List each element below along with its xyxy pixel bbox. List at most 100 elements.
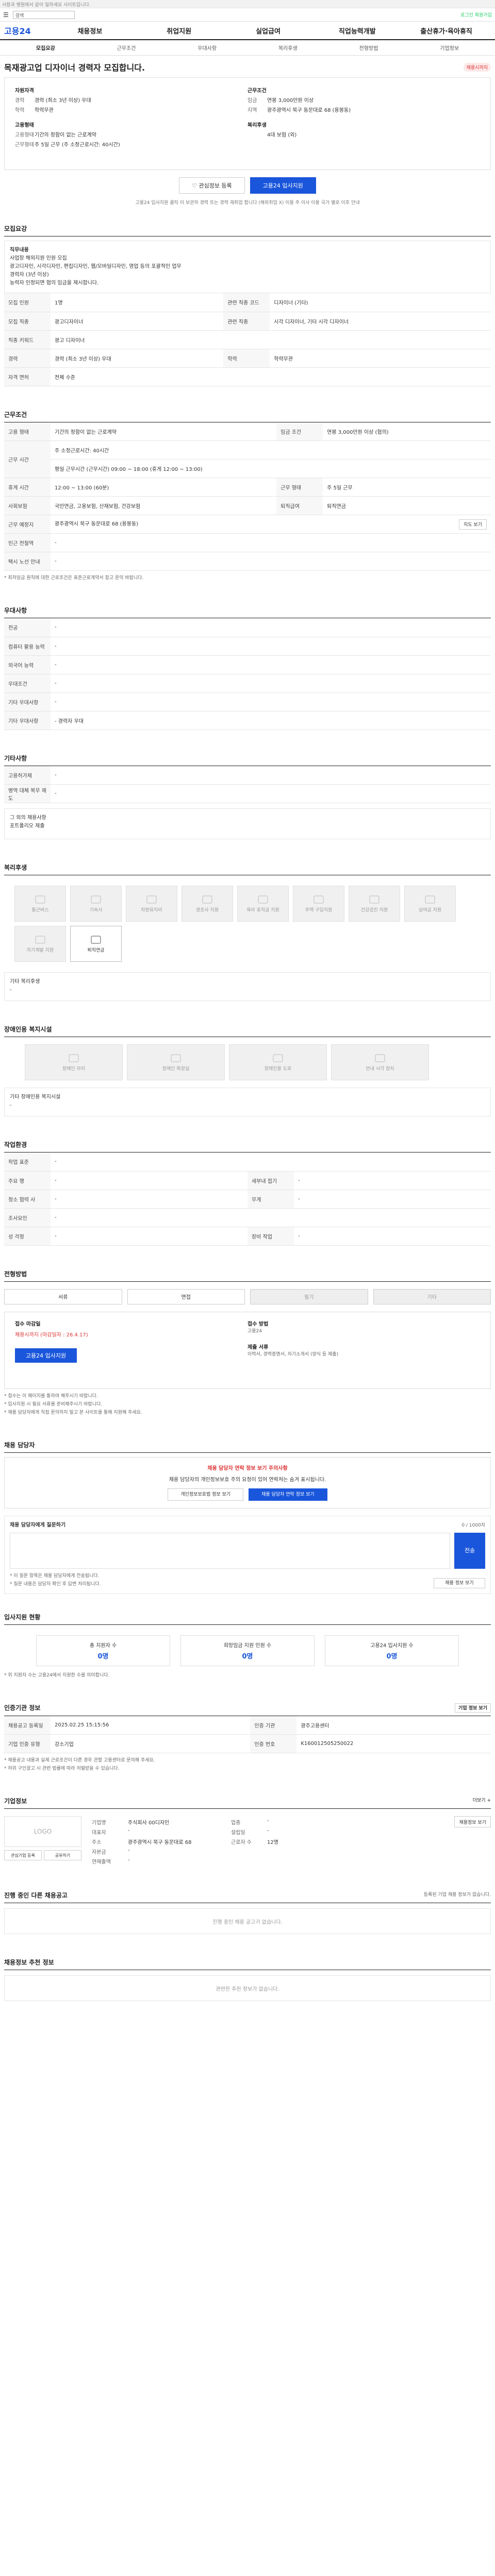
heading-text: 진행 중인 다른 채용공고 xyxy=(4,1892,68,1899)
cell-value: - xyxy=(51,784,491,803)
nav-item[interactable]: 채용정보 xyxy=(45,26,135,36)
welfare-icon xyxy=(375,1054,385,1062)
more-button[interactable]: 채용 정보 보기 xyxy=(434,1578,485,1588)
kv-value: - xyxy=(267,1828,269,1834)
tab-item[interactable]: 근무조건 xyxy=(86,44,167,52)
icon-label: 차량유지비 xyxy=(141,907,162,913)
select-pill: 기타 xyxy=(373,1289,491,1304)
cell-key: 경력 xyxy=(4,349,51,368)
deadline-badge: 채용시까지 xyxy=(463,62,491,72)
welfare-item: 주택 구입지원 xyxy=(293,886,344,922)
cell-key: 자격 면허 xyxy=(4,367,51,386)
map-button[interactable]: 지도 보기 xyxy=(459,519,487,530)
otherjobs-heading: 진행 중인 다른 채용공고 등록된 기업 채용 정보가 없습니다. xyxy=(4,1888,491,1903)
cell-value: 주 5일 근무 xyxy=(323,478,491,497)
kv-value: 학력무관 xyxy=(35,108,54,113)
card-value: 0명 xyxy=(242,1652,253,1660)
tab-item[interactable]: 우대사항 xyxy=(167,44,248,52)
section-tabs: 모집요강 근무조건 우대사항 복리후생 전형방법 기업정보 xyxy=(0,40,495,56)
kv-value: 12명 xyxy=(267,1840,278,1845)
company-heading: 기업정보 더보기 + xyxy=(4,1793,491,1809)
cell-key: 컴퓨터 활용 능력 xyxy=(4,637,51,656)
inquiry-textarea[interactable] xyxy=(10,1532,450,1569)
box-text: 포트폴리오 제출 xyxy=(10,823,45,829)
kv-key: 자본금 xyxy=(92,1850,106,1855)
nav-item[interactable]: 출산휴가·육아휴직 xyxy=(402,26,491,36)
icon-label: 상여금 지원 xyxy=(418,907,442,913)
cell-key: 무게 xyxy=(248,1190,294,1209)
send-button[interactable]: 전송 xyxy=(454,1532,485,1569)
contact-box: 채용 담당자 연락 정보 보기 주의사항 채용 담당자의 개인정보보호 주의 요… xyxy=(4,1456,491,1509)
welfare-item: 자기계발 지원 xyxy=(14,926,66,962)
contact-info-button[interactable]: 채용 담당자 연락 정보 보기 xyxy=(249,1488,327,1501)
address-text: 광주광역시 북구 동문대로 68 (용봉동) xyxy=(55,521,139,527)
nav-item[interactable]: 실업급여 xyxy=(224,26,313,36)
contact-text: 채용 담당자의 개인정보보호 주의 요청이 있어 연락처는 숨겨 표시됩니다. xyxy=(169,1477,326,1483)
more-link[interactable]: 더보기 + xyxy=(473,1797,491,1805)
cell-key: 관련 직종 코드 xyxy=(223,293,270,312)
cell-key: 작업 표준 xyxy=(4,1153,51,1172)
welfare-item: 육아 휴직금 지원 xyxy=(237,886,289,922)
table-row: 우대조건 - xyxy=(4,674,491,693)
cell-value: - xyxy=(51,655,491,674)
privacy-button[interactable]: 개인정보보호법 정보 보기 xyxy=(168,1488,244,1501)
nav-item[interactable]: 직업능력개발 xyxy=(312,26,402,36)
company-jobs-button[interactable]: 채용정보 보기 xyxy=(454,1816,491,1827)
cell-key: 고용 형태 xyxy=(4,422,51,441)
kv-value: 주 5일 근무 (주 소정근로시간: 40시간) xyxy=(35,142,120,148)
desc-line: 능력자 인정되면 협의 임금을 제시합니다. xyxy=(10,280,99,286)
disab-item: 안내 시각 장치 xyxy=(331,1044,429,1080)
cell-value: - xyxy=(51,637,491,656)
table-row: 컴퓨터 활용 능력 - xyxy=(4,637,491,656)
welfare-icon xyxy=(35,895,45,903)
pref-table: 전공 - 컴퓨터 활용 능력 - 외국어 능력 - 우대조건 - 기타 우대사항 - 기타… xyxy=(4,618,491,730)
cell-value: 광고 디자이너 xyxy=(51,330,491,349)
status-heading: 입사지원 현황 xyxy=(4,1609,491,1625)
tab-item[interactable]: 전형방법 xyxy=(328,44,409,52)
cell-value: - xyxy=(51,552,491,571)
inquiry-title: 채용 담당자에게 질문하기 xyxy=(10,1522,66,1528)
save-interest-button[interactable]: ♡ 관심정보 등록 xyxy=(179,177,245,194)
apply-button[interactable]: 고용24 입사지원 xyxy=(15,1348,77,1363)
cell-key: 근무 시간 xyxy=(4,440,51,478)
login-links[interactable]: 로그인 회원가입 xyxy=(460,11,492,18)
apply-box: 접수 마감일 채용시까지 (마감일자 : 26.4.17) 고용24 입사지원 … xyxy=(4,1311,491,1389)
nav-item[interactable]: 취업지원 xyxy=(135,26,224,36)
welfare-item: 경조사 지원 xyxy=(182,886,233,922)
icon-label: 통근버스 xyxy=(31,907,49,913)
site-logo[interactable]: 고용24 xyxy=(4,24,45,37)
table-row: 기타 우대사항 - xyxy=(4,692,491,711)
tab-item[interactable]: 복리후생 xyxy=(248,44,328,52)
icon-label: 장애인 화장실 xyxy=(162,1066,190,1072)
disab-other: 기타 장애인용 복지시설 - xyxy=(4,1088,491,1116)
table-row: 외국어 능력 - xyxy=(4,655,491,674)
follow-company-button[interactable]: 관심기업 등록 xyxy=(4,1850,42,1860)
status-cards: 총 지원자 수 0명 희망임금 지원 인원 수 0명 고용24 입사지원 수 0명 xyxy=(4,1625,491,1671)
select-pill: 필기 xyxy=(250,1289,368,1304)
kv-key xyxy=(248,130,267,138)
select-pill: 서류 xyxy=(4,1289,122,1304)
org-info-button[interactable]: 기업 정보 보기 xyxy=(455,1703,491,1713)
note-line: * 입사지원 시 필요 서류를 준비해주시기 바랍니다. xyxy=(4,1401,103,1407)
table-row: 고용 형태 기간의 정함이 없는 근로계약 임금 조건 연봉 3,000만원 이상 (… xyxy=(4,422,491,441)
apply-title: 제출 서류 xyxy=(248,1344,269,1350)
cell-value: 12:00 ~ 13:00 (60분) xyxy=(51,478,277,497)
cell-key: 인근 전철역 xyxy=(4,533,51,552)
summary-group-title: 자원자격 xyxy=(15,88,34,94)
tab-item[interactable]: 기업정보 xyxy=(409,44,490,52)
search-input[interactable]: 검색 xyxy=(12,10,75,19)
tab-item[interactable]: 모집요강 xyxy=(5,44,86,52)
apply-button[interactable]: 고용24 입사지원 xyxy=(250,177,316,194)
job-description: 직무내용 사업장 해외지원 인원 모집 광고디자인, 시각디자인, 편집디자인,… xyxy=(4,241,491,293)
cell-value: 학력무관 xyxy=(270,349,491,368)
icon-label: 장애인용 도로 xyxy=(264,1066,292,1072)
otherjobs-empty: 진행 중인 채용 공고가 없습니다. xyxy=(4,1908,491,1934)
kv-key: 근로자 수 xyxy=(231,1840,252,1845)
kv-key: 주소 xyxy=(92,1840,102,1845)
icon-label: 기숙사 xyxy=(89,907,103,913)
menu-icon[interactable]: ☰ xyxy=(3,11,9,19)
cell-key: 퇴직급여 xyxy=(276,496,323,515)
welfare-icon xyxy=(425,895,435,903)
share-button[interactable]: 공유하기 xyxy=(44,1850,81,1860)
select-pills: 서류 면접 필기 기타 xyxy=(4,1282,491,1312)
